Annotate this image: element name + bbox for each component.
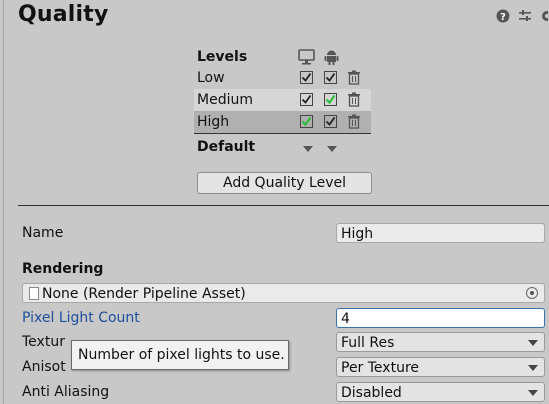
checkbox-android[interactable] bbox=[324, 115, 337, 128]
render-pipeline-value: None (Render Pipeline Asset) bbox=[42, 286, 246, 302]
anisotropic-textures-dropdown[interactable]: Per Texture bbox=[336, 357, 545, 377]
chevron-down-icon bbox=[528, 340, 538, 346]
texture-quality-value: Full Res bbox=[341, 335, 395, 351]
chevron-down-icon bbox=[528, 365, 538, 371]
quality-panel: Quality ? Levels Low Medium High Default… bbox=[3, 0, 549, 404]
rendering-section-header: Rendering bbox=[22, 261, 104, 277]
level-row-low[interactable]: Low bbox=[194, 67, 371, 89]
android-platform-icon bbox=[324, 49, 339, 69]
help-icon[interactable]: ? bbox=[496, 9, 510, 23]
name-field[interactable]: High bbox=[336, 223, 545, 243]
anisotropic-textures-value: Per Texture bbox=[341, 360, 420, 376]
name-label: Name bbox=[22, 225, 64, 241]
checkbox-android[interactable] bbox=[324, 71, 337, 84]
levels-header: Levels bbox=[194, 47, 371, 67]
default-android-dropdown-icon[interactable] bbox=[327, 146, 337, 152]
checkbox-standalone[interactable] bbox=[300, 93, 313, 106]
header-icons: ? bbox=[496, 9, 548, 23]
section-divider bbox=[18, 205, 549, 206]
default-level-row: Default bbox=[194, 134, 371, 158]
level-row-medium[interactable]: Medium bbox=[194, 89, 371, 111]
checkbox-android-default[interactable] bbox=[324, 93, 337, 106]
svg-text:?: ? bbox=[500, 12, 506, 23]
texture-quality-dropdown[interactable]: Full Res bbox=[336, 332, 545, 352]
presets-icon[interactable] bbox=[518, 9, 532, 23]
trash-icon[interactable] bbox=[347, 92, 361, 107]
pixel-light-count-label: Pixel Light Count bbox=[22, 310, 140, 326]
tooltip: Number of pixel lights to use. bbox=[71, 340, 289, 370]
settings-gear-icon[interactable] bbox=[540, 9, 548, 23]
render-pipeline-asset-field[interactable]: None (Render Pipeline Asset) bbox=[22, 283, 545, 303]
level-name: Low bbox=[197, 70, 225, 86]
trash-icon[interactable] bbox=[347, 70, 361, 85]
pixel-light-count-field[interactable]: 4 bbox=[336, 308, 545, 328]
texture-quality-label: Textur bbox=[22, 334, 65, 350]
standalone-platform-icon bbox=[298, 49, 315, 69]
object-picker-icon[interactable] bbox=[526, 287, 538, 299]
default-label: Default bbox=[197, 139, 256, 155]
anti-aliasing-label: Anti Aliasing bbox=[22, 384, 110, 400]
level-name: Medium bbox=[197, 92, 253, 108]
chevron-down-icon bbox=[528, 390, 538, 396]
levels-label: Levels bbox=[197, 49, 248, 65]
anisotropic-textures-label: Anisot bbox=[22, 359, 66, 375]
level-name: High bbox=[197, 114, 230, 130]
trash-icon[interactable] bbox=[347, 114, 361, 129]
asset-document-icon bbox=[29, 287, 39, 300]
checkbox-standalone[interactable] bbox=[300, 71, 313, 84]
anti-aliasing-value: Disabled bbox=[341, 385, 402, 401]
level-row-high[interactable]: High bbox=[194, 111, 371, 133]
anti-aliasing-dropdown[interactable]: Disabled bbox=[336, 382, 545, 402]
checkbox-standalone-default[interactable] bbox=[300, 115, 313, 128]
page-title: Quality bbox=[18, 2, 109, 27]
default-standalone-dropdown-icon[interactable] bbox=[303, 146, 313, 152]
add-quality-level-button[interactable]: Add Quality Level bbox=[197, 172, 372, 194]
quality-levels-matrix: Levels Low Medium High Default bbox=[194, 47, 371, 158]
